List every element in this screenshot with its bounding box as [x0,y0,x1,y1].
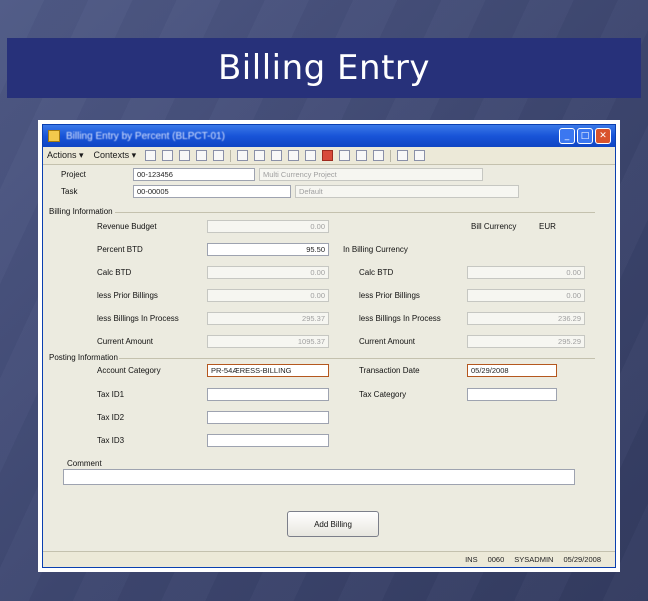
calc-btd-label: Calc BTD [97,268,132,277]
status-bar: INS 0060 SYSADMIN 05/29/2008 [43,551,615,567]
tax-id1-field[interactable] [207,388,329,401]
comment-label: Comment [67,459,102,468]
tax-id1-label: Tax ID1 [97,390,125,399]
tax-id3-label: Tax ID3 [97,436,125,445]
bc-less-billings-in-process-field: 236.29 [467,312,585,325]
new-icon[interactable] [145,150,157,161]
calc-btd-field: 0.00 [207,266,329,279]
tax-id2-field[interactable] [207,411,329,424]
find-icon[interactable] [305,150,317,161]
current-amount-label: Current Amount [97,337,154,346]
copy-icon[interactable] [339,150,351,161]
refresh-icon[interactable] [213,150,225,161]
window-title: Billing Entry by Percent (BLPCT-01) [66,130,225,142]
toolbar-separator [230,149,232,162]
paste-icon[interactable] [356,150,368,161]
last-record-icon[interactable] [288,150,300,161]
project-id-field[interactable]: 00-123456 [133,168,255,181]
status-date: 05/29/2008 [563,555,601,564]
form-area: Project 00-123456 Multi Currency Project… [43,165,615,549]
app-icon [48,130,60,142]
section-divider [115,212,595,213]
save-icon[interactable] [162,150,174,161]
bc-current-amount-label: Current Amount [359,337,416,346]
maximize-icon[interactable]: □ [577,128,593,144]
notes-icon[interactable] [322,150,334,161]
account-category-label: Account Category [97,366,161,375]
window-titlebar[interactable]: Billing Entry by Percent (BLPCT-01) _ □ … [43,125,615,147]
tax-id2-label: Tax ID2 [97,413,125,422]
bc-calc-btd-field: 0.00 [467,266,585,279]
bc-less-billings-in-process-label: less Billings In Process [359,314,441,323]
first-record-icon[interactable] [237,150,249,161]
project-label: Project [61,170,86,179]
add-billing-button[interactable]: Add Billing [287,511,379,537]
help-icon[interactable] [414,150,426,161]
prev-record-icon[interactable] [254,150,266,161]
bc-less-prior-billings-label: less Prior Billings [359,291,420,300]
tax-id3-field[interactable] [207,434,329,447]
slide-title-band: Billing Entry [7,38,641,98]
percent-btd-field[interactable]: 95.50 [207,243,329,256]
project-name-field: Multi Currency Project [259,168,483,181]
save-close-icon[interactable] [179,150,191,161]
current-amount-field: 1095.37 [207,335,329,348]
bc-current-amount-field: 295.29 [467,335,585,348]
tax-category-label: Tax Category [359,390,407,399]
comment-field[interactable] [63,469,575,485]
billing-entry-window: Billing Entry by Percent (BLPCT-01) _ □ … [42,124,616,568]
attach-icon[interactable] [373,150,385,161]
status-mode: INS [465,555,478,564]
less-prior-billings-label: less Prior Billings [97,291,158,300]
bill-currency-value: EUR [539,222,556,231]
status-company: 0060 [487,555,505,564]
task-label: Task [61,187,78,196]
print-icon[interactable] [397,150,409,161]
task-name-field: Default [295,185,519,198]
transaction-date-field[interactable]: 05/29/2008 [467,364,557,377]
less-billings-in-process-field: 295.37 [207,312,329,325]
actions-menu[interactable]: Actions ▾ [47,150,84,161]
toolbar-separator [390,149,392,162]
bc-less-prior-billings-field: 0.00 [467,289,585,302]
next-record-icon[interactable] [271,150,283,161]
billing-info-section-label: Billing Information [49,207,113,216]
less-billings-in-process-label: less Billings In Process [97,314,179,323]
revenue-budget-field: 0.00 [207,220,329,233]
minimize-icon[interactable]: _ [559,128,575,144]
close-icon[interactable]: ✕ [595,128,611,144]
tax-category-field[interactable] [467,388,557,401]
status-user: SYSADMIN [514,555,554,564]
percent-btd-label: Percent BTD [97,245,143,254]
toolbar: Actions ▾ Contexts ▾ [43,147,615,165]
contexts-menu[interactable]: Contexts ▾ [94,150,137,161]
delete-icon[interactable] [196,150,208,161]
in-billing-currency-label: In Billing Currency [343,245,408,254]
section-divider [119,358,595,359]
bc-calc-btd-label: Calc BTD [359,268,394,277]
account-category-field[interactable]: PR-54ÆRESS-BILLING [207,364,329,377]
less-prior-billings-field: 0.00 [207,289,329,302]
posting-info-section-label: Posting Information [49,353,118,362]
slide-title: Billing Entry [217,48,430,88]
transaction-date-label: Transaction Date [359,366,420,375]
bill-currency-label: Bill Currency [471,222,517,231]
window-controls: _ □ ✕ [559,128,611,144]
task-id-field[interactable]: 00-00005 [133,185,291,198]
revenue-budget-label: Revenue Budget [97,222,157,231]
